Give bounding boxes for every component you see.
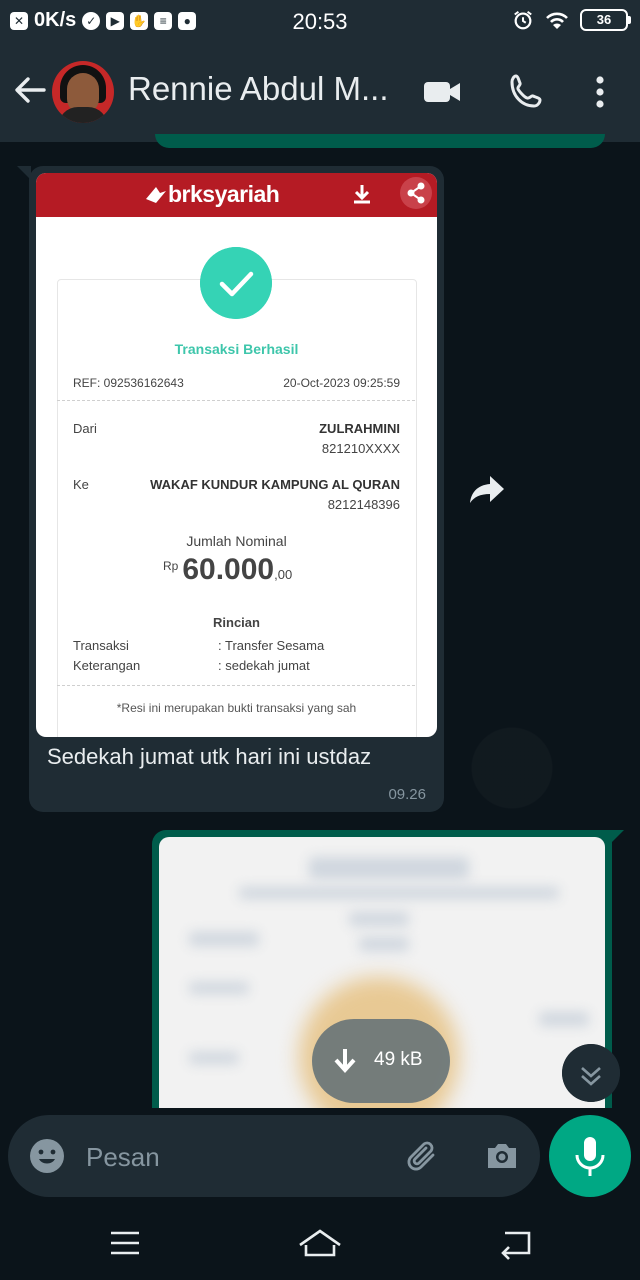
previous-outgoing-bubble: [155, 134, 605, 148]
amount-decimal: ,00: [274, 567, 293, 582]
message-input[interactable]: [84, 1137, 388, 1177]
receipt-footer: *Resi ini merupakan bukti transaksi yang…: [116, 701, 357, 715]
voice-message-button[interactable]: [549, 1115, 631, 1197]
chat-header: Rennie Abdul M...: [0, 42, 640, 142]
brk-logo-icon: [146, 187, 166, 203]
to-name: WAKAF KUNDUR KAMPUNG AL QURAN: [150, 477, 400, 492]
divider: [57, 685, 415, 686]
from-account: 821210XXXX: [321, 441, 400, 456]
amount-label: Jumlah Nominal: [186, 533, 287, 549]
share-icon: [400, 177, 432, 209]
details-title: Rincian: [213, 615, 260, 630]
camera-icon[interactable]: [482, 1135, 522, 1175]
currency: Rp: [163, 559, 179, 573]
to-account: 8212148396: [327, 497, 400, 512]
system-navigation-bar: [0, 1205, 640, 1280]
download-button[interactable]: 49 kB: [312, 1019, 450, 1103]
contact-name[interactable]: Rennie Abdul M...: [128, 70, 398, 108]
receipt-image[interactable]: brksyariah Transaksi Berhasil REF: 09253…: [36, 173, 437, 737]
alarm-icon: [514, 10, 532, 30]
divider: [57, 400, 415, 401]
success-check-icon: [200, 247, 272, 319]
note-value: : sedekah jumat: [218, 658, 310, 673]
status-bar: ✕ 0K/s ✓ ▶ ✋ ≡ ● 20:53 36: [0, 0, 640, 42]
emoji-icon[interactable]: [28, 1137, 66, 1175]
home-icon[interactable]: [298, 1223, 342, 1263]
more-vert-icon[interactable]: [578, 70, 622, 114]
attach-icon[interactable]: [402, 1135, 442, 1175]
transaction-label: Transaksi: [73, 638, 129, 653]
scroll-to-bottom-icon[interactable]: [562, 1044, 620, 1102]
note-label: Keterangan: [73, 658, 141, 673]
message-time: 09.26: [388, 786, 426, 803]
amount: Rp 60.000,00: [163, 553, 292, 587]
message-composer: [8, 1115, 540, 1197]
transaction-datetime: 20-Oct-2023 09:25:59: [283, 376, 400, 390]
wifi-icon: [546, 12, 568, 29]
phone-icon[interactable]: [504, 70, 548, 114]
avatar[interactable]: [52, 61, 114, 123]
amount-value: 60.000: [182, 553, 275, 586]
reference-number: REF: 092536162643: [73, 376, 184, 390]
back-nav-icon[interactable]: [493, 1223, 537, 1263]
from-label: Dari: [73, 421, 97, 436]
microphone-icon: [575, 1137, 605, 1176]
back-arrow-icon[interactable]: [12, 72, 48, 108]
transaction-status: Transaksi Berhasil: [174, 341, 299, 357]
message-caption: Sedekah jumat utk hari ini ustdaz: [47, 744, 372, 769]
forward-icon[interactable]: [468, 472, 506, 508]
download-icon: [354, 185, 370, 204]
video-call-icon[interactable]: [420, 70, 464, 114]
incoming-message-bubble[interactable]: brksyariah Transaksi Berhasil REF: 09253…: [17, 166, 444, 812]
receipt-header: brksyariah: [36, 173, 437, 217]
file-size: 49 kB: [374, 1049, 423, 1070]
download-arrow-icon: [334, 1049, 356, 1073]
to-label: Ke: [73, 477, 89, 492]
receipt-brand: brksyariah: [168, 181, 280, 207]
from-name: ZULRAHMINI: [319, 421, 400, 436]
menu-icon[interactable]: [103, 1223, 147, 1263]
battery-indicator: 36: [580, 9, 631, 31]
transaction-value: : Transfer Sesama: [218, 638, 325, 653]
